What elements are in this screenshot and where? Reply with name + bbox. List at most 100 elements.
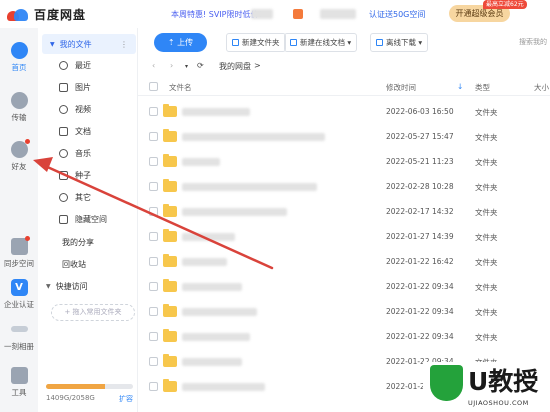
history-dropdown[interactable]: ▾ (185, 63, 188, 70)
row-checkbox[interactable] (149, 182, 158, 191)
nav-recent[interactable]: 最近 (38, 55, 138, 75)
folder-icon (163, 204, 177, 217)
nav-quick-access[interactable]: ▼ 快捷访问 (38, 276, 138, 296)
row-checkbox[interactable] (149, 157, 158, 166)
blurred-file-name[interactable] (182, 258, 227, 266)
rail-item-transfer[interactable]: 传输 (0, 92, 38, 123)
nav-videos[interactable]: 视频 (38, 99, 138, 119)
blurred-file-name[interactable] (182, 208, 287, 216)
blurred-file-name[interactable] (182, 333, 250, 341)
search-input[interactable]: 搜索我的 (519, 33, 550, 52)
tools-grid-icon (10, 367, 28, 384)
rail-item-friends[interactable]: 好友 (0, 139, 38, 172)
blurred-file-name[interactable] (182, 308, 257, 316)
table-row[interactable]: 2022-06-03 16:50 文件夹 (138, 100, 550, 124)
table-row[interactable]: 2022-01-27 14:39 文件夹 (138, 225, 550, 249)
rail-label: 工具 (11, 388, 27, 397)
promo-link[interactable]: 本周特惠! SVIP限时低价! (171, 9, 262, 20)
cert-link[interactable]: 认证送50G空间 (369, 9, 425, 20)
table-row[interactable]: 2022-01-22 09:34 文件夹 (138, 275, 550, 299)
row-checkbox[interactable] (149, 307, 158, 316)
back-button[interactable]: ‹ (152, 61, 155, 70)
expand-storage-link[interactable]: 扩容 (119, 394, 133, 404)
select-all-checkbox[interactable] (149, 82, 158, 91)
nav-label: 我的分享 (62, 237, 94, 247)
table-row[interactable]: 2022-01-22 09:34 文件夹 (138, 325, 550, 349)
nav-images[interactable]: 图片 (38, 77, 138, 97)
rail-item-sync-space[interactable]: 同步空间 (0, 236, 38, 269)
table-row[interactable]: 2022-05-21 11:23 文件夹 (138, 150, 550, 174)
sort-desc-icon[interactable]: ↓ (457, 82, 463, 91)
blurred-file-name[interactable] (182, 283, 242, 291)
blurred-file-name[interactable] (182, 158, 220, 166)
nav-documents[interactable]: 文档 (38, 121, 138, 141)
row-checkbox[interactable] (149, 207, 158, 216)
refresh-icon[interactable]: ⟳ (197, 61, 204, 70)
new-folder-button[interactable]: 新建文件夹 (226, 33, 286, 52)
nav-other[interactable]: 其它 (38, 187, 138, 207)
vip-discount-tag: 最高立减62元 (483, 0, 527, 9)
nav-my-files[interactable]: ▼ 我的文件 ⋮ (42, 34, 136, 54)
offline-download-button[interactable]: 离线下载 ▾ (370, 33, 429, 52)
app-name: 百度网盘 (34, 8, 87, 22)
rail-label: 传输 (11, 113, 27, 122)
breadcrumb-current[interactable]: 我的网盘 (219, 61, 251, 72)
download-icon (376, 39, 383, 46)
button-label: 新建在线文档 ▾ (300, 38, 352, 47)
row-checkbox[interactable] (149, 282, 158, 291)
blurred-file-name[interactable] (182, 383, 265, 391)
rail-item-enterprise[interactable]: V 企业认证 (0, 279, 38, 310)
drop-folder-zone[interactable]: + 拖入常用文件夹 (51, 304, 135, 321)
more-icon[interactable]: ⋮ (120, 40, 128, 49)
col-header-type[interactable]: 类型 (475, 82, 490, 93)
nav-music[interactable]: 音乐 (38, 143, 138, 163)
file-type: 文件夹 (475, 208, 498, 217)
blurred-file-name[interactable] (182, 358, 242, 366)
row-checkbox[interactable] (149, 232, 158, 241)
file-type: 文件夹 (475, 283, 498, 292)
table-row[interactable]: 2022-01-22 09:34 文件夹 (138, 300, 550, 324)
col-header-name[interactable]: 文件名 (169, 82, 192, 93)
table-row[interactable]: 2022-05-27 15:47 文件夹 (138, 125, 550, 149)
enterprise-v-icon: V (10, 279, 28, 296)
row-checkbox[interactable] (149, 357, 158, 366)
table-row[interactable]: 2022-02-17 14:32 文件夹 (138, 200, 550, 224)
modified-date: 2022-01-22 16:42 (386, 257, 454, 266)
rail-item-album[interactable]: 一刻相册 (0, 320, 38, 352)
nav-hidden-space[interactable]: 隐藏空间 (38, 209, 138, 229)
document-icon (59, 126, 68, 136)
row-checkbox[interactable] (149, 332, 158, 341)
blurred-username[interactable] (320, 9, 356, 19)
left-rail: 首页 传输 好友 同步空间 V 企业认证 一刻相册 工具 (0, 28, 38, 412)
row-checkbox[interactable] (149, 257, 158, 266)
new-online-doc-button[interactable]: 新建在线文档 ▾ (284, 33, 358, 52)
row-checkbox[interactable] (149, 107, 158, 116)
col-header-size[interactable]: 大小 (534, 82, 549, 93)
collapse-caret-icon[interactable]: ▼ (46, 283, 51, 290)
forward-button[interactable]: › (170, 61, 173, 70)
sync-space-icon (10, 236, 30, 255)
upload-button[interactable]: ⇡ 上传 (154, 33, 207, 52)
blurred-file-name[interactable] (182, 233, 235, 241)
nav-label: 文档 (75, 126, 91, 136)
nav-torrents[interactable]: 种子 (38, 165, 138, 185)
blurred-file-name[interactable] (182, 108, 250, 116)
table-row[interactable]: 2022-02-28 10:28 文件夹 (138, 175, 550, 199)
blurred-file-name[interactable] (182, 133, 325, 141)
row-checkbox[interactable] (149, 132, 158, 141)
nav-recycle-bin[interactable]: 回收站 (38, 254, 138, 274)
rail-item-home[interactable]: 首页 (0, 42, 38, 73)
cloud-home-icon (10, 42, 28, 59)
gift-icon[interactable] (293, 9, 303, 19)
blurred-file-name[interactable] (182, 183, 317, 191)
blurred-header-info (251, 9, 273, 19)
file-type: 文件夹 (475, 158, 498, 167)
collapse-caret-icon[interactable]: ▼ (50, 41, 55, 48)
nav-my-share[interactable]: 我的分享 (38, 232, 138, 252)
modified-date: 2022-06-03 16:50 (386, 107, 454, 116)
table-row[interactable]: 2022-01-22 16:42 文件夹 (138, 250, 550, 274)
folder-icon (163, 229, 177, 242)
row-checkbox[interactable] (149, 382, 158, 391)
rail-item-tools[interactable]: 工具 (0, 367, 38, 398)
col-header-modified[interactable]: 修改时间 (386, 82, 416, 93)
